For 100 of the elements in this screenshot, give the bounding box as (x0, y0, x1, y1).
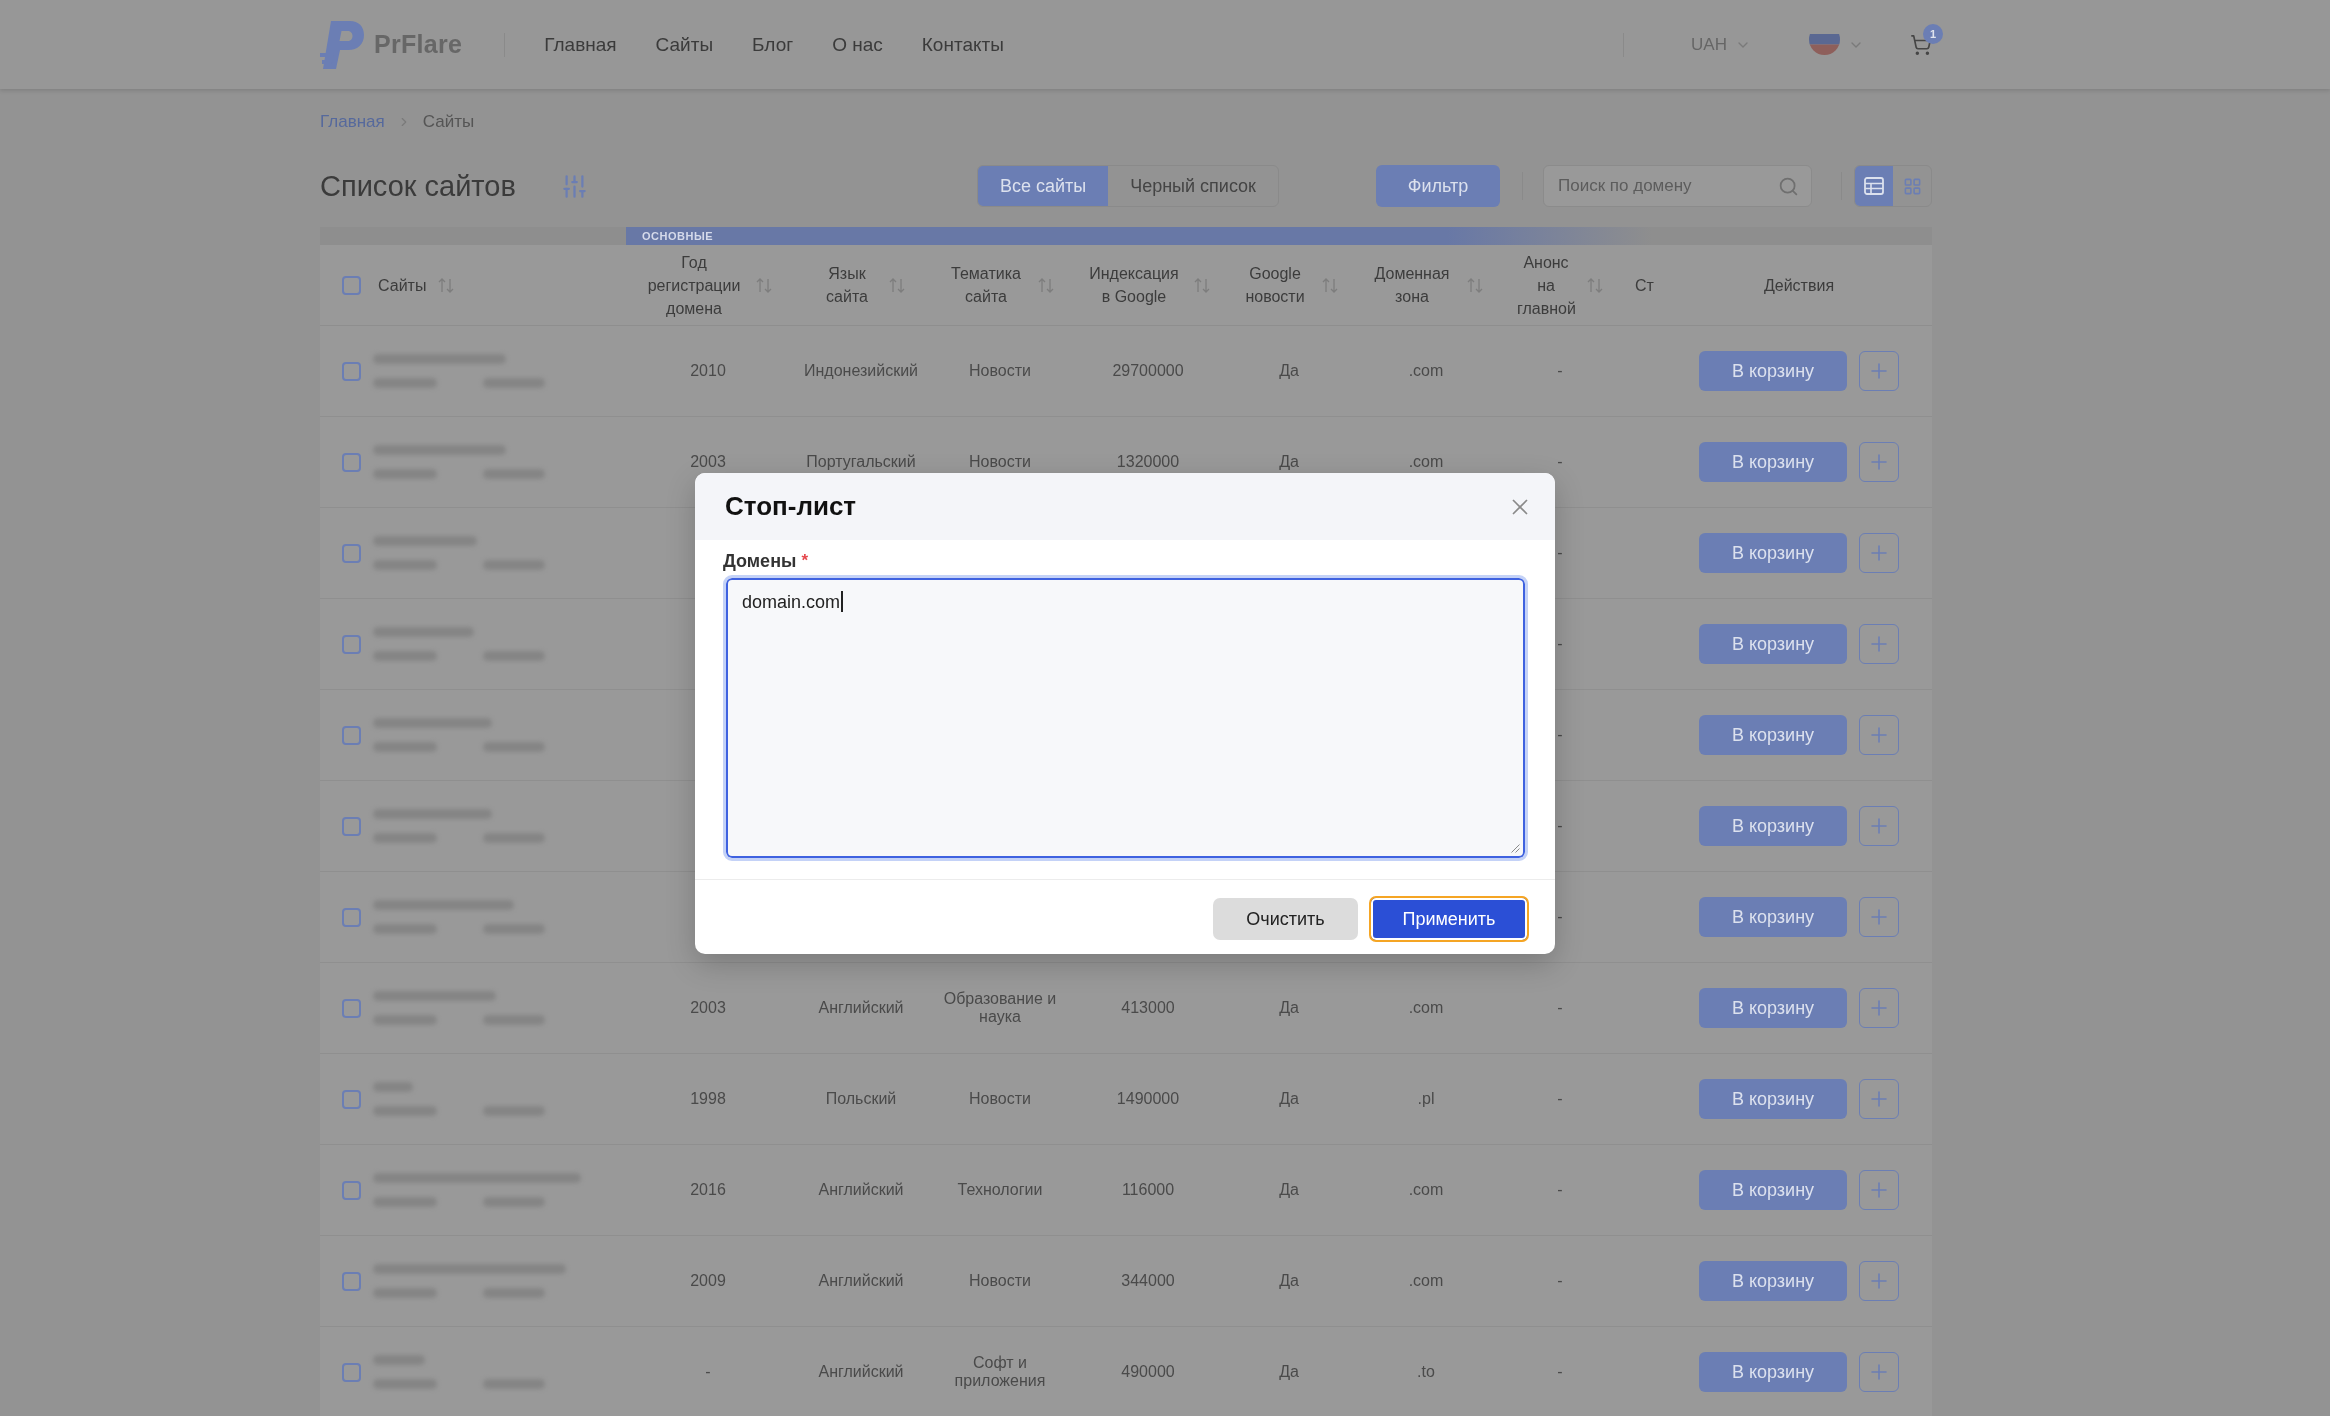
breadcrumb-current: Сайты (422, 112, 475, 132)
sort-icon[interactable] (1466, 277, 1483, 293)
homepage-announce: - (1557, 1272, 1563, 1290)
site-topic: Новости (969, 1272, 1031, 1290)
add-button[interactable] (1859, 897, 1899, 937)
add-to-cart-button[interactable]: В корзину (1699, 351, 1847, 391)
column-header[interactable]: Тематика сайта (946, 262, 1026, 308)
row-checkbox[interactable] (342, 725, 361, 745)
nav-link[interactable]: Главная (544, 33, 617, 56)
sort-icon[interactable] (1322, 277, 1338, 293)
required-mark: * (801, 551, 808, 571)
add-button[interactable] (1859, 1170, 1899, 1210)
column-header[interactable]: Индексация в Google (1086, 262, 1182, 308)
row-checkbox[interactable] (342, 634, 361, 654)
column-header[interactable]: Google новости (1240, 262, 1310, 308)
nav-link[interactable]: О нас (832, 33, 883, 56)
domain-zone: .to (1417, 1363, 1435, 1381)
cart-button[interactable] (1910, 33, 1932, 56)
registration-year: 2016 (690, 1181, 726, 1199)
add-to-cart-button[interactable]: В корзину (1699, 988, 1847, 1028)
add-to-cart-button[interactable]: В корзину (1699, 806, 1847, 846)
registration-year: 2003 (690, 999, 726, 1017)
column-header[interactable]: Анонс на главной (1517, 250, 1575, 320)
site-topic: Новости (969, 1090, 1031, 1108)
row-checkbox[interactable] (342, 998, 361, 1018)
nav-link[interactable]: Блог (752, 33, 794, 56)
add-button[interactable] (1859, 715, 1899, 755)
row-checkbox[interactable] (342, 1089, 361, 1109)
apply-button[interactable]: Применить (1369, 896, 1529, 942)
homepage-announce: - (1557, 999, 1563, 1017)
add-to-cart-button[interactable]: В корзину (1699, 624, 1847, 664)
add-to-cart-button[interactable]: В корзину (1699, 533, 1847, 573)
add-to-cart-button[interactable]: В корзину (1699, 1261, 1847, 1301)
sort-icon[interactable] (1193, 277, 1210, 293)
row-checkbox[interactable] (342, 816, 361, 836)
add-button[interactable] (1859, 988, 1899, 1028)
flag-icon (1809, 34, 1840, 55)
select-all-checkbox[interactable] (342, 275, 361, 295)
site-language: Индонезийский (803, 362, 918, 380)
domains-textarea[interactable]: domain.com (723, 575, 1528, 861)
row-checkbox[interactable] (342, 361, 361, 381)
add-to-cart-button[interactable]: В корзину (1699, 442, 1847, 482)
row-checkbox[interactable] (342, 1362, 361, 1382)
column-header[interactable]: Доменная зона (1369, 262, 1455, 308)
resize-handle-icon[interactable] (1511, 844, 1520, 853)
sort-icon[interactable] (889, 277, 905, 293)
add-to-cart-button[interactable]: В корзину (1699, 715, 1847, 755)
google-news-status: Да (1279, 453, 1299, 471)
sort-icon[interactable] (1038, 277, 1054, 293)
add-button[interactable] (1859, 806, 1899, 846)
google-index-count: 413000 (1121, 999, 1175, 1017)
site-language: Английский (818, 999, 904, 1017)
search-field[interactable]: Поиск по домену (1543, 165, 1812, 207)
nav-link[interactable]: Контакты (921, 33, 1004, 56)
grid-icon (1902, 176, 1922, 196)
add-to-cart-button[interactable]: В корзину (1699, 1352, 1847, 1392)
column-header[interactable]: Сайты (378, 273, 427, 297)
add-button[interactable] (1859, 533, 1899, 573)
google-index-count: 1490000 (1116, 1090, 1180, 1108)
nav-link[interactable]: Сайты (655, 33, 714, 56)
row-checkbox[interactable] (342, 1180, 361, 1200)
column-header[interactable]: Язык сайта (817, 262, 877, 308)
google-news-status: Да (1279, 999, 1299, 1017)
add-button[interactable] (1859, 1352, 1899, 1392)
sort-icon[interactable] (438, 277, 455, 293)
row-checkbox[interactable] (342, 907, 361, 927)
add-button[interactable] (1859, 1261, 1899, 1301)
column-header[interactable]: Ст (1635, 273, 1654, 297)
domain-zone: .pl (1417, 1090, 1435, 1108)
modal-title: Стоп-лист (725, 491, 857, 522)
add-button[interactable] (1859, 1079, 1899, 1119)
add-to-cart-button[interactable]: В корзину (1699, 897, 1847, 937)
add-to-cart-button[interactable]: В корзину (1699, 1079, 1847, 1119)
page-title: Список сайтов (320, 169, 516, 204)
breadcrumb-link[interactable]: Главная (320, 112, 385, 132)
row-checkbox[interactable] (342, 543, 361, 563)
registration-year: 1998 (690, 1090, 726, 1108)
homepage-announce: - (1557, 817, 1563, 835)
column-settings-button[interactable] (560, 172, 588, 200)
column-header[interactable]: Год регистрации домена (644, 250, 744, 320)
google-news-status: Да (1279, 1363, 1299, 1381)
add-to-cart-button[interactable]: В корзину (1699, 1170, 1847, 1210)
list-tab[interactable]: Все сайты (977, 166, 1109, 206)
google-news-status: Да (1279, 1090, 1299, 1108)
google-index-count: 344000 (1121, 1272, 1175, 1290)
clear-button[interactable]: Очистить (1213, 898, 1358, 940)
table-view-button[interactable] (1855, 166, 1893, 206)
domain-zone: .com (1408, 1181, 1444, 1199)
row-checkbox[interactable] (342, 452, 361, 472)
add-button[interactable] (1859, 624, 1899, 664)
add-button[interactable] (1859, 442, 1899, 482)
site-language: Английский (818, 1363, 904, 1381)
column-header: Действия (1763, 275, 1835, 296)
filter-button[interactable]: Фильтр (1376, 165, 1500, 207)
list-tab[interactable]: Черный список (1108, 166, 1278, 206)
domain-zone: .com (1408, 999, 1444, 1017)
sort-icon[interactable] (756, 277, 772, 293)
add-button[interactable] (1859, 351, 1899, 391)
row-checkbox[interactable] (342, 1271, 361, 1291)
sort-icon[interactable] (1587, 277, 1603, 293)
